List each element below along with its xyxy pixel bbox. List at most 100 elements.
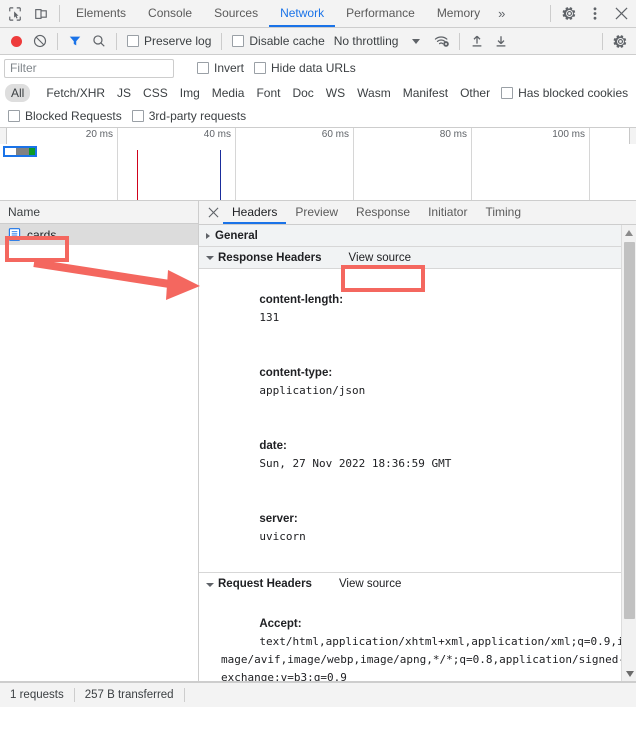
- device-toolbar-icon[interactable]: [28, 1, 54, 27]
- clear-icon[interactable]: [28, 29, 52, 53]
- invert-checkbox[interactable]: Invert: [192, 61, 249, 75]
- header-value: application/json: [259, 384, 366, 397]
- overview-right-edge: [629, 128, 636, 144]
- checkbox-box: [127, 35, 139, 47]
- response-view-source-button[interactable]: View source: [345, 251, 415, 265]
- type-filter-doc[interactable]: Doc: [286, 84, 319, 102]
- checkbox-box: [501, 87, 514, 99]
- tab-label: Network: [280, 5, 325, 20]
- header-item: content-type: application/json: [199, 346, 636, 419]
- type-filter-other[interactable]: Other: [454, 84, 496, 102]
- details-scrollbar[interactable]: [621, 225, 636, 681]
- waterfall-segment-wait: [5, 148, 16, 155]
- wifi-settings-icon[interactable]: [430, 29, 454, 53]
- type-filter-js[interactable]: JS: [111, 84, 137, 102]
- type-filter-label: Manifest: [402, 86, 449, 100]
- toolbar-divider: [116, 32, 117, 50]
- resource-type-filters: All Fetch/XHR JS CSS Img Media Font Doc …: [0, 81, 636, 105]
- tab-network[interactable]: Network: [269, 0, 336, 27]
- type-filter-media[interactable]: Media: [206, 84, 251, 102]
- requests-count: 1 requests: [10, 689, 64, 701]
- type-filter-label: Fetch/XHR: [46, 86, 106, 100]
- tab-preview[interactable]: Preview: [286, 201, 347, 224]
- search-icon[interactable]: [87, 29, 111, 53]
- gear-icon[interactable]: [608, 29, 632, 53]
- section-general[interactable]: General: [199, 225, 636, 247]
- close-icon[interactable]: [203, 201, 223, 224]
- tab-label: Headers: [232, 204, 278, 219]
- request-details-pane: Headers Preview Response Initiator Timin…: [199, 201, 636, 681]
- type-filter-label: CSS: [143, 86, 168, 100]
- chevron-down-icon[interactable]: [412, 38, 421, 44]
- request-view-source-button[interactable]: View source: [335, 577, 405, 591]
- scroll-up-icon[interactable]: [622, 225, 636, 240]
- export-har-icon[interactable]: [489, 29, 513, 53]
- type-filter-img[interactable]: Img: [174, 84, 206, 102]
- section-response-headers[interactable]: Response Headers View source: [199, 247, 636, 269]
- header-value: uvicorn: [259, 530, 306, 543]
- tab-response[interactable]: Response: [347, 201, 419, 224]
- tab-memory[interactable]: Memory: [426, 0, 491, 27]
- type-filter-wasm[interactable]: Wasm: [351, 84, 397, 102]
- more-tabs-icon[interactable]: »: [491, 0, 512, 27]
- type-filter-fetch-xhr[interactable]: Fetch/XHR: [40, 84, 111, 102]
- type-filter-all[interactable]: All: [5, 84, 31, 102]
- kebab-menu-icon[interactable]: [582, 1, 608, 27]
- has-blocked-cookies-checkbox[interactable]: Has blocked cookies: [496, 86, 633, 100]
- hide-data-urls-checkbox[interactable]: Hide data URLs: [249, 61, 361, 75]
- header-name: Accept:: [259, 618, 302, 630]
- tab-label: Timing: [485, 204, 522, 219]
- request-headers-list: Accept: text/html,application/xhtml+xml,…: [199, 595, 636, 681]
- scrollbar-thumb[interactable]: [624, 242, 635, 619]
- filter-input[interactable]: [4, 58, 174, 78]
- type-filter-ws[interactable]: WS: [320, 84, 351, 102]
- type-filter-label: Img: [179, 86, 200, 100]
- gear-icon[interactable]: [556, 1, 582, 27]
- type-filter-css[interactable]: CSS: [137, 84, 174, 102]
- scroll-down-icon[interactable]: [622, 666, 636, 681]
- checkbox-box: [254, 62, 267, 74]
- throttling-value: No throttling: [333, 34, 399, 48]
- disable-cache-checkbox[interactable]: Disable cache: [227, 34, 329, 48]
- funnel-filter-icon[interactable]: [63, 29, 87, 53]
- invert-label: Invert: [214, 61, 245, 75]
- toolbar-right: [597, 29, 632, 53]
- request-row-cards[interactable]: cards: [0, 224, 198, 245]
- preserve-log-checkbox[interactable]: Preserve log: [122, 34, 216, 48]
- devtools-window: Elements Console Sources Network Perform…: [0, 0, 636, 739]
- tab-label: Elements: [76, 5, 127, 20]
- tab-timing[interactable]: Timing: [476, 201, 530, 224]
- toolbar-divider: [57, 32, 58, 50]
- type-filter-font[interactable]: Font: [250, 84, 286, 102]
- type-filter-manifest[interactable]: Manifest: [397, 84, 454, 102]
- tab-label: Preview: [295, 204, 339, 219]
- blocked-requests-checkbox[interactable]: Blocked Requests: [8, 109, 127, 123]
- tab-sources[interactable]: Sources: [203, 0, 269, 27]
- header-name: date:: [259, 440, 287, 452]
- toolbar-divider: [459, 32, 461, 50]
- network-overview-timeline[interactable]: 20 ms 40 ms 60 ms 80 ms 100 ms: [0, 128, 636, 201]
- import-har-icon[interactable]: [465, 29, 489, 53]
- close-icon[interactable]: [608, 1, 634, 27]
- request-list-column-header[interactable]: Name: [0, 201, 198, 224]
- overview-selection-window[interactable]: [3, 146, 37, 157]
- blocked-filters-row: Blocked Requests 3rd-party requests: [0, 105, 636, 128]
- tab-initiator[interactable]: Initiator: [419, 201, 476, 224]
- network-statusbar: 1 requests 257 B transferred: [0, 682, 636, 707]
- section-response-headers-title: Response Headers: [218, 251, 322, 264]
- record-stop-icon[interactable]: [4, 29, 28, 53]
- request-list: cards: [0, 224, 198, 681]
- third-party-requests-checkbox[interactable]: 3rd-party requests: [127, 109, 251, 123]
- tab-elements[interactable]: Elements: [65, 0, 137, 27]
- tab-label: Initiator: [428, 204, 468, 219]
- tab-performance[interactable]: Performance: [335, 0, 426, 27]
- filter-row: Invert Hide data URLs: [0, 55, 636, 81]
- type-filter-label: Font: [256, 86, 281, 100]
- inspect-element-icon[interactable]: [2, 1, 28, 27]
- tab-headers[interactable]: Headers: [223, 201, 287, 224]
- toolbar-divider: [602, 32, 603, 50]
- tab-console[interactable]: Console: [137, 0, 203, 27]
- throttling-select[interactable]: No throttling: [330, 34, 399, 48]
- section-request-headers[interactable]: Request Headers View source: [199, 573, 636, 595]
- type-filter-label: WS: [325, 86, 346, 100]
